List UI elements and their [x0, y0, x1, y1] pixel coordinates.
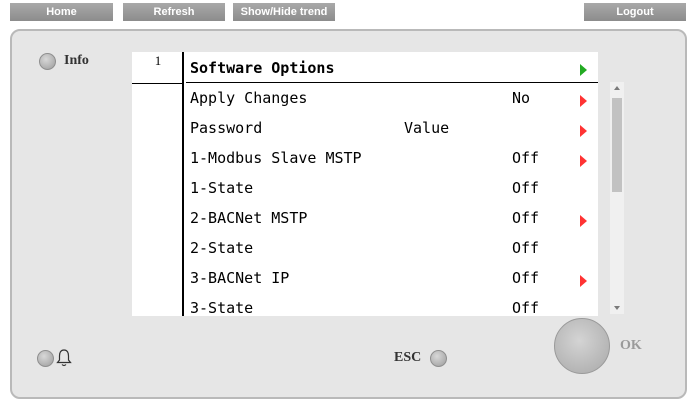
logout-button[interactable]: Logout: [584, 3, 686, 21]
red-arrow-icon[interactable]: [580, 155, 587, 167]
green-arrow-icon[interactable]: [580, 64, 587, 76]
menu-row-password[interactable]: Password Value: [186, 114, 598, 144]
menu-row-bacnet-ip[interactable]: 3-BACNet IP Off: [186, 264, 598, 294]
row-value: Off: [512, 299, 540, 316]
row-value: No: [512, 89, 531, 107]
show-hide-trend-button[interactable]: Show/Hide trend: [233, 3, 335, 21]
row-label: Apply Changes: [190, 89, 308, 107]
info-label: Info: [64, 53, 89, 68]
row-label: Password: [190, 119, 263, 137]
red-arrow-icon[interactable]: [580, 215, 587, 227]
row-label: 3-BACNet IP: [190, 269, 290, 287]
refresh-button[interactable]: Refresh: [123, 3, 225, 21]
row-label: 2-State: [190, 239, 254, 257]
menu-row-1-state: 1-State Off: [186, 174, 598, 204]
red-arrow-icon[interactable]: [580, 125, 587, 137]
row-value: Off: [512, 149, 540, 167]
row-label: 1-State: [190, 179, 254, 197]
esc-button[interactable]: [430, 350, 447, 367]
row-value: Off: [512, 269, 540, 287]
home-button[interactable]: Home: [10, 3, 113, 21]
esc-label: ESC: [394, 350, 422, 365]
menu-row-3-state: 3-State Off: [186, 294, 598, 316]
red-arrow-icon[interactable]: [580, 95, 587, 107]
bell-icon[interactable]: [56, 348, 72, 368]
index-column: 1: [132, 52, 184, 316]
lcd-screen: 1 Software Options Apply Changes No Pass…: [132, 52, 598, 316]
row-label: 3-State: [190, 299, 254, 316]
ok-label: OK: [620, 338, 642, 353]
scroll-down-arrow-icon[interactable]: [614, 306, 620, 310]
menu-row-2-state: 2-State Off: [186, 234, 598, 264]
scroll-up-arrow-icon[interactable]: [614, 86, 620, 90]
menu-title: Software Options: [190, 59, 335, 77]
menu-row-bacnet-mstp[interactable]: 2-BACNet MSTP Off: [186, 204, 598, 234]
scrollbar[interactable]: [610, 82, 624, 314]
alarm-led-button[interactable]: [37, 350, 54, 367]
row-value: Off: [512, 209, 540, 227]
row-value: Off: [512, 239, 540, 257]
ok-knob[interactable]: [554, 318, 610, 374]
red-arrow-icon[interactable]: [580, 275, 587, 287]
menu-index: 1: [154, 53, 162, 68]
menu-row-modbus-slave-mstp[interactable]: 1-Modbus Slave MSTP Off: [186, 144, 598, 174]
index-divider: [132, 83, 184, 84]
row-label: 2-BACNet MSTP: [190, 209, 308, 227]
info-led-button[interactable]: [39, 53, 56, 70]
row-label: 1-Modbus Slave MSTP: [190, 149, 362, 167]
scroll-thumb[interactable]: [612, 98, 622, 192]
menu-title-row[interactable]: Software Options: [186, 56, 598, 83]
row-value: Value: [404, 119, 450, 137]
menu-row-apply-changes[interactable]: Apply Changes No: [186, 84, 598, 114]
row-value: Off: [512, 179, 540, 197]
